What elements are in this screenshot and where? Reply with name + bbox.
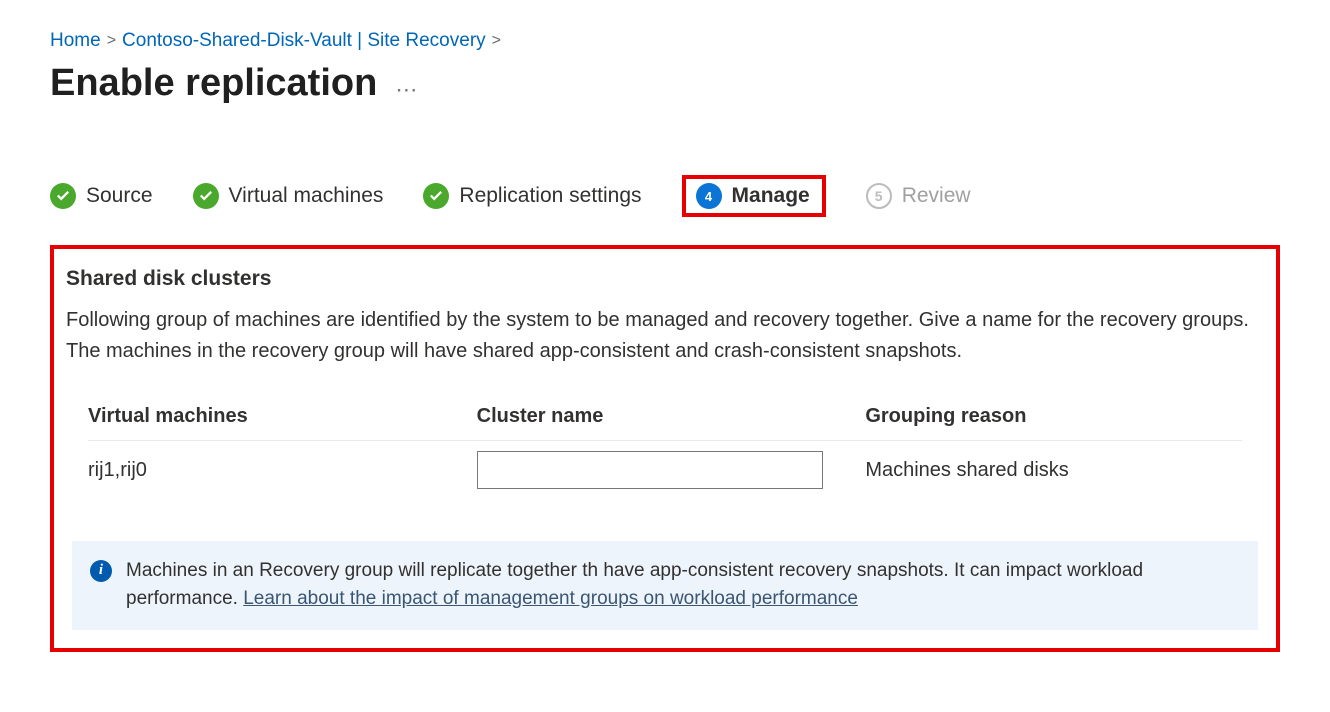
step-label: Source [86,184,153,208]
chevron-right-icon: > [492,32,501,50]
step-label: Manage [732,184,810,208]
wizard-steps: Source Virtual machines Replication sett… [50,175,1280,217]
step-number-icon: 4 [696,183,722,209]
info-icon: i [90,560,112,582]
step-source[interactable]: Source [50,183,153,209]
info-text: Machines in an Recovery group will repli… [126,557,1238,612]
more-actions-button[interactable]: ⋯ [395,65,418,103]
col-header-reason: Grouping reason [865,405,1242,428]
step-review[interactable]: 5 Review [866,183,971,209]
col-header-vm: Virtual machines [88,405,465,428]
info-banner: i Machines in an Recovery group will rep… [72,541,1258,630]
col-header-cluster: Cluster name [477,405,854,428]
page-title: Enable replication [50,62,377,105]
step-label: Virtual machines [229,184,384,208]
step-label: Review [902,184,971,208]
breadcrumb-home[interactable]: Home [50,30,101,52]
step-label: Replication settings [459,184,641,208]
check-icon [193,183,219,209]
cell-reason: Machines shared disks [865,459,1242,482]
clusters-table: Virtual machines Cluster name Grouping r… [66,405,1264,501]
step-replication-settings[interactable]: Replication settings [423,183,641,209]
section-title: Shared disk clusters [66,267,1264,291]
breadcrumb-vault[interactable]: Contoso-Shared-Disk-Vault | Site Recover… [122,30,486,52]
check-icon [50,183,76,209]
cluster-name-input[interactable] [477,451,824,489]
shared-disk-clusters-panel: Shared disk clusters Following group of … [50,245,1280,652]
breadcrumb: Home > Contoso-Shared-Disk-Vault | Site … [50,30,1280,52]
chevron-right-icon: > [107,32,116,50]
info-learn-more-link[interactable]: Learn about the impact of management gro… [243,588,858,609]
section-description: Following group of machines are identifi… [66,305,1264,367]
cell-vm: rij1,rij0 [88,459,465,482]
step-virtual-machines[interactable]: Virtual machines [193,183,384,209]
step-manage[interactable]: 4 Manage [682,175,826,217]
step-number-icon: 5 [866,183,892,209]
table-row: rij1,rij0 Machines shared disks [88,440,1242,501]
check-icon [423,183,449,209]
